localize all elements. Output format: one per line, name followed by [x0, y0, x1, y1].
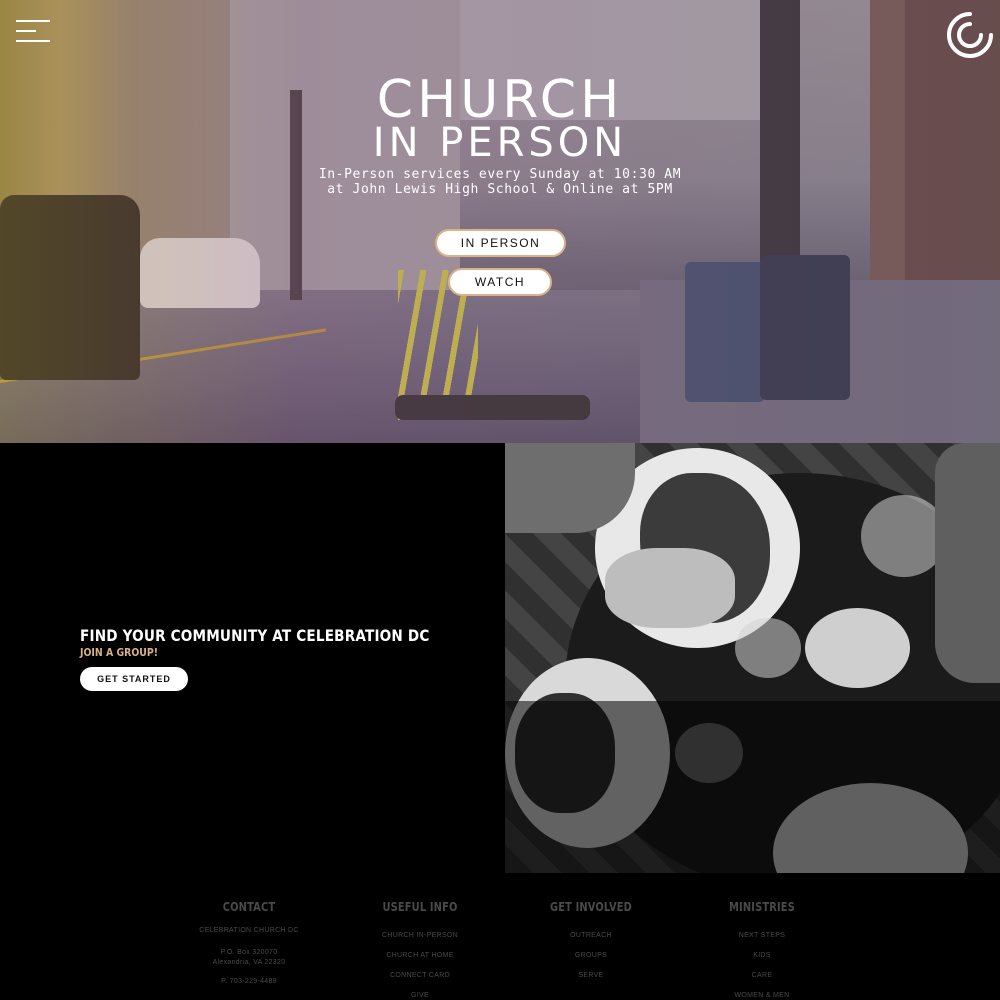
footer-link-give[interactable]: GIVE — [335, 986, 505, 1000]
footer-get-involved-heading: GET INVOLVED — [549, 900, 633, 914]
footer-phone[interactable]: P. 703-229-4488 — [164, 977, 334, 987]
celebration-logo-icon[interactable] — [945, 10, 995, 60]
footer-link-church-at-home[interactable]: CHURCH AT HOME — [335, 946, 505, 966]
footer-contact-heading: CONTACT — [222, 900, 276, 914]
get-started-button[interactable]: GET STARTED — [80, 667, 188, 691]
footer: CONTACT CELEBRATION CHURCH DC P.O. Box 3… — [0, 873, 1000, 1000]
hamburger-menu-icon[interactable] — [16, 20, 50, 46]
footer-link-serve[interactable]: SERVE — [506, 966, 676, 986]
footer-link-next-steps[interactable]: NEXT STEPS — [677, 926, 847, 946]
community-title: FIND YOUR COMMUNITY AT CELEBRATION DC — [80, 626, 430, 645]
hero-subtitle-line1: In-Person services every Sunday at 10:30… — [318, 167, 682, 182]
footer-useful-info-heading: USEFUL INFO — [382, 900, 458, 914]
in-person-button[interactable]: IN PERSON — [435, 229, 566, 257]
footer-ministries-heading: MINISTRIES — [729, 900, 795, 914]
hero-title-line2: IN PERSON — [372, 120, 628, 166]
community-subtitle: JOIN A GROUP! — [80, 646, 159, 659]
footer-link-groups[interactable]: GROUPS — [506, 946, 676, 966]
watch-button[interactable]: WATCH — [448, 268, 552, 296]
footer-address-line1: P.O. Box 320070 — [220, 949, 278, 956]
footer-ministries-column: MINISTRIES NEXT STEPS KIDS CARE WOMEN & … — [677, 873, 847, 1000]
hero-subtitle-line2: at John Lewis High School & Online at 5P… — [327, 182, 673, 197]
footer-get-involved-column: GET INVOLVED OUTREACH GROUPS SERVE — [506, 873, 676, 986]
footer-contact-column: CONTACT CELEBRATION CHURCH DC P.O. Box 3… — [164, 873, 334, 987]
footer-useful-info-column: USEFUL INFO CHURCH IN-PERSON CHURCH AT H… — [335, 873, 505, 1000]
hero-section: CHURCH IN PERSON In-Person services ever… — [0, 0, 1000, 443]
footer-link-kids[interactable]: KIDS — [677, 946, 847, 966]
community-photo — [505, 443, 1000, 873]
footer-link-outreach[interactable]: OUTREACH — [506, 926, 676, 946]
community-section: FIND YOUR COMMUNITY AT CELEBRATION DC JO… — [0, 443, 1000, 873]
footer-link-connect-card[interactable]: CONNECT CARD — [335, 966, 505, 986]
hero-color-overlay — [0, 0, 1000, 443]
footer-link-women-men[interactable]: WOMEN & MEN — [677, 986, 847, 1000]
footer-address-line2: Alexandria, VA 22320 — [212, 959, 286, 966]
footer-link-care[interactable]: CARE — [677, 966, 847, 986]
footer-link-church-in-person[interactable]: CHURCH IN-PERSON — [335, 926, 505, 946]
footer-org-name: CELEBRATION CHURCH DC — [199, 927, 299, 934]
